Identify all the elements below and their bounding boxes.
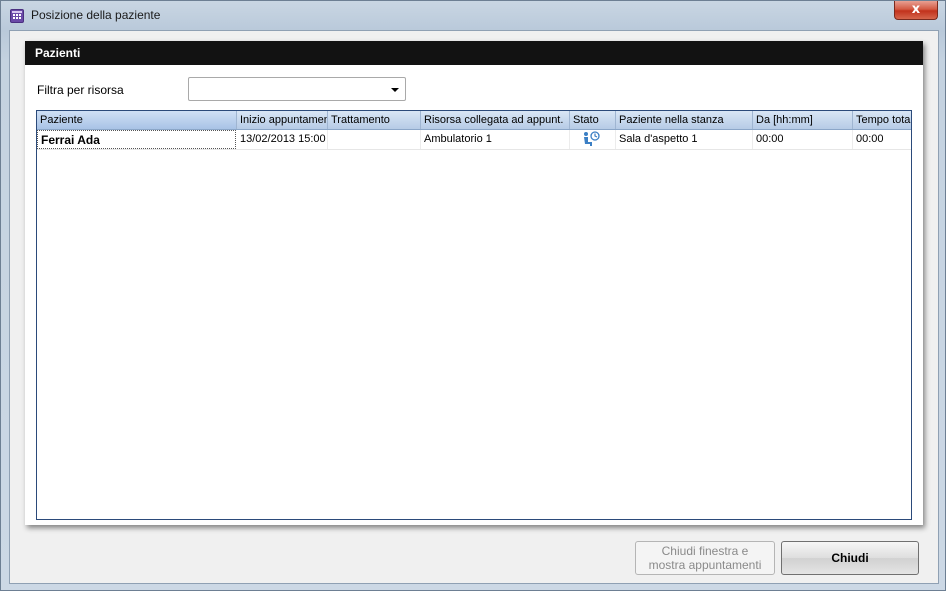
close-and-show-line2: mostra appuntamenti (648, 558, 762, 572)
chevron-down-icon (391, 88, 399, 92)
cell-stanza[interactable]: Sala d'aspetto 1 (616, 130, 753, 149)
column-header-stanza[interactable]: Paziente nella stanza (616, 111, 753, 129)
column-header-da[interactable]: Da [hh:mm] (753, 111, 853, 129)
column-header-risorsa[interactable]: Risorsa collegata ad appunt. (421, 111, 570, 129)
column-header-trattamento[interactable]: Trattamento (328, 111, 421, 129)
dialog-window: Posizione della paziente x Pazienti Filt… (0, 0, 946, 591)
patients-table[interactable]: Paziente Inizio appuntamento Trattamento… (36, 110, 912, 520)
cell-da[interactable]: 00:00 (753, 130, 853, 149)
panel-title: Pazienti (25, 41, 923, 65)
cell-inizio[interactable]: 13/02/2013 15:00 (237, 130, 328, 149)
close-and-show-line1: Chiudi finestra e (661, 544, 749, 558)
filter-label: Filtra per risorsa (37, 83, 124, 97)
close-and-show-appointments-button[interactable]: Chiudi finestra e mostra appuntamenti (635, 541, 775, 575)
cell-paziente[interactable]: Ferrai Ada (37, 130, 236, 149)
column-header-paziente[interactable]: Paziente (37, 111, 237, 129)
dialog-content: Pazienti Filtra per risorsa Paziente Ini… (9, 30, 939, 584)
close-button[interactable]: Chiudi (781, 541, 919, 575)
patients-panel: Pazienti Filtra per risorsa Paziente Ini… (25, 41, 923, 525)
window-close-button[interactable]: x (894, 1, 938, 20)
title-bar[interactable]: Posizione della paziente x (1, 1, 945, 29)
table-row[interactable]: Ferrai Ada 13/02/2013 15:00 Ambulatorio … (37, 130, 911, 150)
cell-stato[interactable] (570, 130, 616, 149)
column-header-inizio[interactable]: Inizio appuntamento (237, 111, 328, 129)
calendar-grid-icon (10, 9, 24, 23)
window-title: Posizione della paziente (31, 8, 161, 22)
column-header-stato[interactable]: Stato (570, 111, 616, 129)
waiting-patient-icon (582, 131, 600, 149)
table-header: Paziente Inizio appuntamento Trattamento… (37, 111, 911, 130)
cell-risorsa[interactable]: Ambulatorio 1 (421, 130, 570, 149)
close-icon: x (911, 2, 921, 17)
cell-trattamento[interactable] (328, 130, 421, 149)
resource-filter-dropdown[interactable] (188, 77, 406, 101)
column-header-tempo[interactable]: Tempo totale (853, 111, 911, 129)
cell-tempo[interactable]: 00:00 (853, 130, 911, 149)
